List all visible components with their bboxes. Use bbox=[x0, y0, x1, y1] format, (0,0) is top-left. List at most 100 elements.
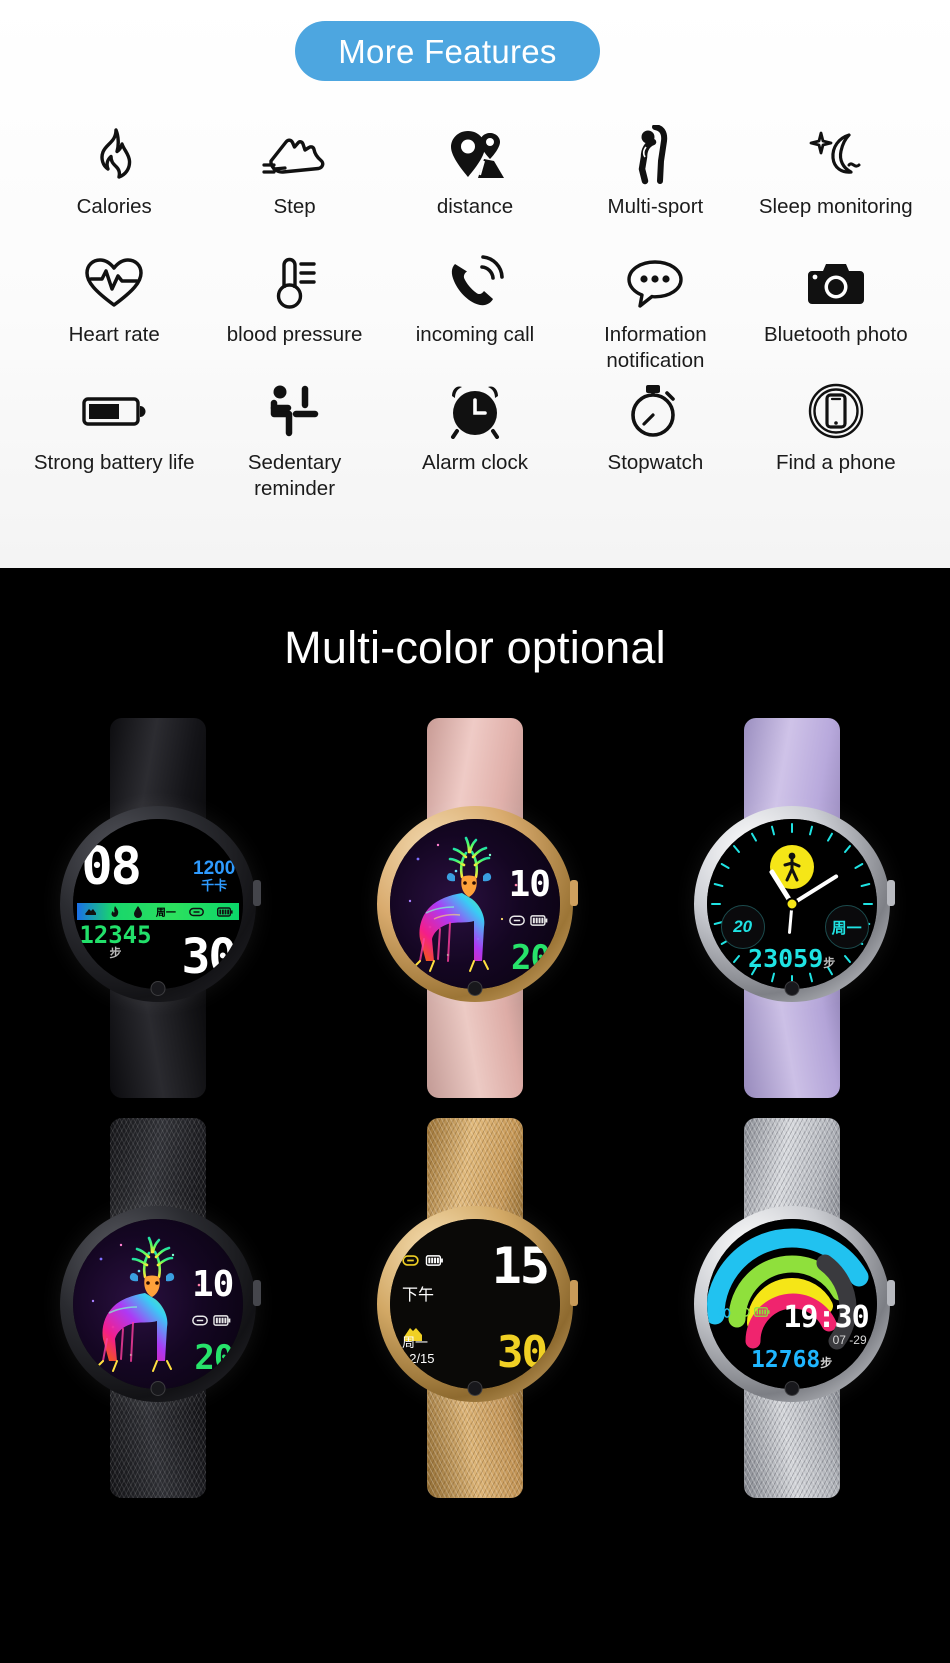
watch-case: 19:30 07 -29 12768步 bbox=[693, 1206, 895, 1402]
watch-crown[interactable] bbox=[253, 1280, 262, 1306]
feature-label: Information notification bbox=[604, 323, 707, 373]
watch-date: 07 -29 bbox=[832, 1333, 867, 1347]
watch-screen: 08 1200 千卡 周一 12345 步 30 bbox=[73, 819, 244, 989]
watch-home-button[interactable] bbox=[784, 981, 800, 996]
feature-item-calories: Calories bbox=[24, 124, 204, 252]
watch-steps-unit: 步 bbox=[820, 1356, 833, 1370]
walking-person-icon bbox=[783, 852, 801, 882]
watch-home-button[interactable] bbox=[467, 981, 483, 996]
feature-item-battery-life: Strong battery life bbox=[24, 380, 204, 508]
shoe-icon bbox=[261, 124, 329, 186]
watch-screen: 15 下午 周一 12/15 30 bbox=[389, 1219, 560, 1389]
watch-hour: 10 bbox=[191, 1264, 234, 1305]
watch-status-row bbox=[402, 1255, 444, 1266]
link-icon bbox=[188, 907, 204, 916]
watch-option-black-mesh[interactable]: 10 20 bbox=[0, 1118, 317, 1498]
stretching-person-icon bbox=[632, 124, 678, 186]
feature-item-stopwatch: Stopwatch bbox=[565, 380, 745, 508]
multi-color-section: Multi-color optional 08 1200 千卡 周一 12345… bbox=[0, 568, 950, 1663]
watch-home-button[interactable] bbox=[150, 981, 166, 996]
battery-icon bbox=[213, 1315, 231, 1326]
watch-home-button[interactable] bbox=[467, 1381, 483, 1396]
feature-item-multi-sport: Multi-sport bbox=[565, 124, 745, 252]
watch-screen: 20 周一 23059步 bbox=[706, 819, 877, 989]
watch-color-grid: 08 1200 千卡 周一 12345 步 30 10 20 20 周一 230… bbox=[0, 718, 950, 1498]
more-features-section: More Features Calories Step distance Mul… bbox=[0, 0, 950, 568]
watch-case: 10 20 bbox=[60, 1206, 262, 1402]
watch-option-black-silicone[interactable]: 08 1200 千卡 周一 12345 步 30 bbox=[0, 718, 317, 1098]
link-icon bbox=[402, 1255, 419, 1266]
watch-crown[interactable] bbox=[253, 880, 262, 906]
watch-sub-dial-right: 周一 bbox=[824, 905, 869, 949]
feature-item-incoming-call: incoming call bbox=[385, 252, 565, 380]
flame-icon bbox=[86, 124, 142, 186]
feature-label: Multi-sport bbox=[607, 195, 704, 218]
product-page: More Features Calories Step distance Mul… bbox=[0, 0, 950, 1663]
feature-label: Bluetooth photo bbox=[763, 323, 908, 346]
watch-time: 19:30 bbox=[783, 1300, 869, 1335]
multi-color-title: Multi-color optional bbox=[284, 622, 666, 673]
feature-item-information-notification: Information notification bbox=[565, 252, 745, 380]
watch-hour: 10 bbox=[508, 864, 551, 905]
watch-crown[interactable] bbox=[569, 1280, 578, 1306]
alarm-clock-icon bbox=[446, 380, 504, 442]
feature-item-bluetooth-photo: Bluetooth photo bbox=[746, 252, 926, 380]
drop-icon bbox=[133, 905, 142, 918]
heart-pulse-icon bbox=[83, 252, 145, 314]
watch-minute: 30 bbox=[497, 1327, 548, 1378]
watch-status-row bbox=[717, 1305, 770, 1319]
link-icon bbox=[192, 1315, 209, 1326]
feature-label: Alarm clock bbox=[422, 451, 528, 474]
watch-screen: 19:30 07 -29 12768步 bbox=[706, 1219, 877, 1389]
watch-weekday: 周一 bbox=[155, 908, 176, 919]
feature-label: Sleep monitoring bbox=[758, 195, 913, 218]
flame-icon bbox=[111, 905, 119, 917]
feature-item-step: Step bbox=[204, 124, 384, 252]
feature-item-distance: distance bbox=[385, 124, 565, 252]
battery-icon bbox=[530, 915, 548, 926]
battery-icon bbox=[425, 1255, 443, 1266]
watch-minute: 20 bbox=[511, 938, 551, 978]
watch-date-line: 周一 12/15 bbox=[402, 1335, 435, 1368]
feature-grid: Calories Step distance Multi-sport Sleep… bbox=[24, 124, 926, 508]
watch-weekday: 周一 bbox=[401, 1334, 428, 1350]
watch-calories-unit: 千卡 bbox=[201, 877, 228, 893]
feature-item-heart-rate: Heart rate bbox=[24, 252, 204, 380]
feature-item-find-a-phone: Find a phone bbox=[746, 380, 926, 508]
ringing-phone-icon bbox=[446, 252, 504, 314]
feature-label: distance bbox=[436, 195, 514, 218]
feature-item-sleep-monitoring: Sleep monitoring bbox=[746, 124, 926, 252]
watch-option-silver-purple-silicone[interactable]: 20 周一 23059步 bbox=[633, 718, 950, 1098]
watch-home-button[interactable] bbox=[784, 1381, 800, 1396]
more-features-title: More Features bbox=[338, 32, 557, 70]
watch-crown[interactable] bbox=[886, 880, 895, 906]
watch-case: 08 1200 千卡 周一 12345 步 30 bbox=[60, 806, 262, 1002]
watch-crown[interactable] bbox=[886, 1280, 895, 1306]
footprints-icon bbox=[717, 1306, 730, 1318]
feature-label: blood pressure bbox=[226, 323, 363, 346]
watch-option-silver-mesh[interactable]: 19:30 07 -29 12768步 bbox=[633, 1118, 950, 1498]
watch-option-gold-mesh[interactable]: 15 下午 周一 12/15 30 bbox=[317, 1118, 634, 1498]
thermometer-icon bbox=[270, 252, 320, 314]
more-features-title-pill: More Features bbox=[295, 21, 600, 81]
phone-in-circle-icon bbox=[807, 380, 865, 442]
stopwatch-icon bbox=[627, 380, 683, 442]
watch-date: 12/15 bbox=[401, 1350, 435, 1366]
shoe-icon bbox=[84, 908, 96, 915]
watch-sub-dial-left: 20 bbox=[720, 905, 765, 949]
feature-item-sedentary-reminder: Sedentary reminder bbox=[204, 380, 384, 508]
battery-icon bbox=[216, 906, 233, 917]
feature-item-alarm-clock: Alarm clock bbox=[385, 380, 565, 508]
watch-minute: 30 bbox=[181, 929, 238, 985]
watch-steps: 12345 步 bbox=[79, 921, 152, 960]
watch-status-bar: 周一 bbox=[77, 903, 240, 920]
watch-steps: 23059步 bbox=[748, 944, 836, 973]
map-pins-icon bbox=[444, 124, 506, 186]
feature-label: Heart rate bbox=[68, 323, 160, 346]
watch-crown[interactable] bbox=[569, 880, 578, 906]
feature-label: incoming call bbox=[415, 323, 535, 346]
watch-case: 15 下午 周一 12/15 30 bbox=[376, 1206, 578, 1402]
watch-screen: 10 20 bbox=[389, 819, 560, 989]
watch-option-gold-pink-silicone[interactable]: 10 20 bbox=[317, 718, 634, 1098]
watch-home-button[interactable] bbox=[150, 1381, 166, 1396]
